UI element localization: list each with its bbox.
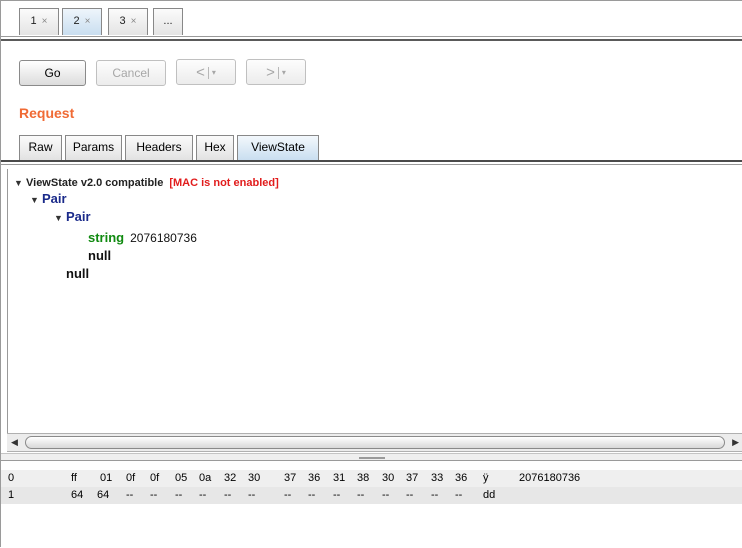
hex-byte: 37: [284, 472, 297, 484]
hex-byte: 38: [357, 472, 370, 484]
hex-byte: 0f: [126, 472, 136, 484]
chevron-left-icon: <: [196, 63, 205, 81]
tab-params[interactable]: Params: [65, 135, 122, 160]
scroll-left-icon[interactable]: ◀: [11, 437, 18, 448]
tab-label: 1: [30, 15, 37, 27]
expand-triangle-icon[interactable]: ▼: [14, 178, 26, 188]
hex-byte: 05: [175, 472, 188, 484]
hex-byte: 64: [71, 489, 84, 501]
tree-node-pair[interactable]: ▼ Pair: [30, 191, 67, 206]
hex-byte: --: [431, 489, 439, 501]
hex-byte: --: [308, 489, 316, 501]
hex-byte: 31: [333, 472, 346, 484]
table-row[interactable]: 1 64 64 -- -- -- -- -- -- -- -- -- -- --…: [1, 487, 742, 504]
hex-byte: --: [199, 489, 207, 501]
divider: [1, 164, 742, 165]
pair-label: Pair: [66, 209, 91, 224]
message-view-tabs: Raw Params Headers Hex ViewState: [1, 133, 742, 161]
tab-label: 3: [119, 15, 126, 27]
hex-byte: --: [455, 489, 463, 501]
hex-byte: 0f: [150, 472, 160, 484]
horizontal-scrollbar[interactable]: ◀ ▶: [7, 433, 742, 452]
pair-label: Pair: [42, 191, 67, 206]
request-tab-1[interactable]: 1 ×: [19, 8, 59, 35]
divider: [1, 160, 742, 162]
hex-byte: --: [175, 489, 183, 501]
tree-node-null[interactable]: null: [88, 248, 111, 263]
hex-byte: 30: [382, 472, 395, 484]
null-label: null: [88, 248, 112, 263]
more-tabs-button[interactable]: ...: [153, 8, 183, 35]
divider: [1, 36, 742, 37]
chevron-down-icon[interactable]: ▾: [282, 68, 286, 77]
chevron-right-icon: >: [266, 63, 275, 81]
mac-status: [MAC is not enabled]: [169, 177, 279, 189]
close-icon[interactable]: ×: [85, 16, 91, 27]
hex-byte: 32: [224, 472, 237, 484]
go-button-label: Go: [44, 66, 61, 80]
hex-byte: --: [357, 489, 365, 501]
drag-handle-icon[interactable]: [359, 457, 385, 459]
scroll-right-icon[interactable]: ▶: [732, 437, 739, 448]
tree-root[interactable]: ▼ ViewState v2.0 compatible [MAC is not en…: [14, 175, 279, 189]
cancel-button[interactable]: Cancel: [96, 60, 166, 86]
tree-node-pair[interactable]: ▼ Pair: [54, 209, 91, 224]
hex-byte: --: [150, 489, 158, 501]
forward-button[interactable]: > ▾: [246, 59, 306, 85]
tab-label: ...: [163, 15, 173, 27]
split-pane-divider[interactable]: [1, 453, 742, 461]
hex-byte: --: [248, 489, 256, 501]
table-row[interactable]: 0 ff 01 0f 0f 05 0a 32 30 37 36 31 38 30…: [1, 470, 742, 487]
tree-node-string[interactable]: string 2076180736: [88, 230, 197, 245]
null-label: null: [66, 266, 90, 281]
tab-hex[interactable]: Hex: [196, 135, 234, 160]
hex-byte: 36: [308, 472, 321, 484]
hex-byte: 64: [97, 489, 110, 501]
request-tab-2[interactable]: 2 ×: [62, 8, 102, 35]
tab-raw[interactable]: Raw: [19, 135, 62, 160]
viewstate-version: ViewState v2.0 compatible: [26, 177, 164, 189]
back-button[interactable]: < ▾: [176, 59, 236, 85]
cancel-button-label: Cancel: [112, 66, 150, 80]
close-icon[interactable]: ×: [42, 16, 48, 27]
hex-byte: 36: [455, 472, 468, 484]
row-index: 0: [8, 472, 15, 484]
tab-headers[interactable]: Headers: [125, 135, 193, 160]
hex-byte: --: [406, 489, 414, 501]
tab-viewstate[interactable]: ViewState: [237, 135, 319, 160]
tab-label: 2: [73, 15, 80, 27]
viewstate-tree: ▼ ViewState v2.0 compatible [MAC is not en…: [7, 169, 742, 433]
scrollbar-thumb[interactable]: [25, 436, 725, 449]
section-title: Request: [19, 105, 75, 121]
request-tab-strip: 1 × 2 × 3 × ...: [1, 1, 742, 41]
hex-byte: 0a: [199, 472, 212, 484]
hex-byte: --: [333, 489, 341, 501]
http-editor-window: 1 × 2 × 3 × ... Go Cancel < ▾ > ▾ Request Raw…: [0, 0, 742, 548]
hex-table: 0 ff 01 0f 0f 05 0a 32 30 37 36 31 38 30…: [1, 464, 742, 548]
hex-byte: 37: [406, 472, 419, 484]
go-button[interactable]: Go: [19, 60, 86, 86]
ascii-cell: dd: [483, 489, 496, 501]
type-keyword: string: [88, 230, 125, 245]
hex-byte: ff: [71, 472, 77, 484]
row-index: 1: [8, 489, 15, 501]
ascii-cell: ÿ: [483, 472, 489, 484]
hex-byte: --: [382, 489, 390, 501]
ascii-cell: 2076180736: [519, 472, 581, 484]
separator: [207, 66, 209, 79]
hex-byte: --: [126, 489, 134, 501]
expand-triangle-icon[interactable]: ▼: [30, 195, 42, 205]
separator: [277, 66, 279, 79]
hex-byte: 30: [248, 472, 261, 484]
request-tab-3[interactable]: 3 ×: [108, 8, 148, 35]
chevron-down-icon[interactable]: ▾: [212, 68, 216, 77]
string-value: 2076180736: [130, 231, 197, 245]
close-icon[interactable]: ×: [131, 16, 137, 27]
hex-byte: 33: [431, 472, 444, 484]
hex-byte: --: [284, 489, 292, 501]
expand-triangle-icon[interactable]: ▼: [54, 213, 66, 223]
hex-byte: --: [224, 489, 232, 501]
tree-node-null[interactable]: null: [66, 266, 89, 281]
hex-byte: 01: [100, 472, 113, 484]
